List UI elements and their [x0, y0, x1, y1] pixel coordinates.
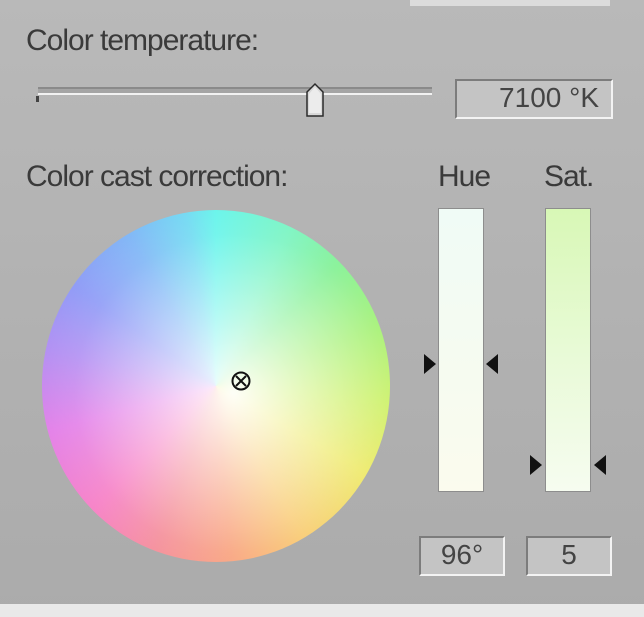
triangle-left-icon[interactable] — [486, 354, 498, 374]
sat-label: Sat. — [544, 160, 594, 193]
sat-bar[interactable] — [545, 208, 591, 492]
hue-bar[interactable] — [438, 208, 484, 492]
hue-label: Hue — [438, 160, 491, 193]
hue-value-field[interactable]: 96° — [419, 536, 505, 576]
slider-tick — [36, 96, 39, 102]
color-temperature-label: Color temperature: — [26, 24, 259, 57]
temperature-slider-track[interactable] — [38, 87, 432, 95]
sat-value-field[interactable]: 5 — [526, 536, 612, 576]
top-divider — [410, 0, 610, 6]
bottom-divider — [0, 604, 644, 617]
triangle-right-icon[interactable] — [530, 455, 542, 475]
crosshair-circle-icon[interactable] — [230, 370, 252, 392]
triangle-left-icon[interactable] — [594, 455, 606, 475]
temperature-value-field[interactable]: 7100 °K — [455, 79, 613, 119]
triangle-right-icon[interactable] — [424, 354, 436, 374]
color-wheel-center-glow — [42, 210, 390, 562]
color-cast-correction-label: Color cast correction: — [26, 160, 288, 193]
slider-thumb-icon[interactable] — [305, 82, 325, 118]
